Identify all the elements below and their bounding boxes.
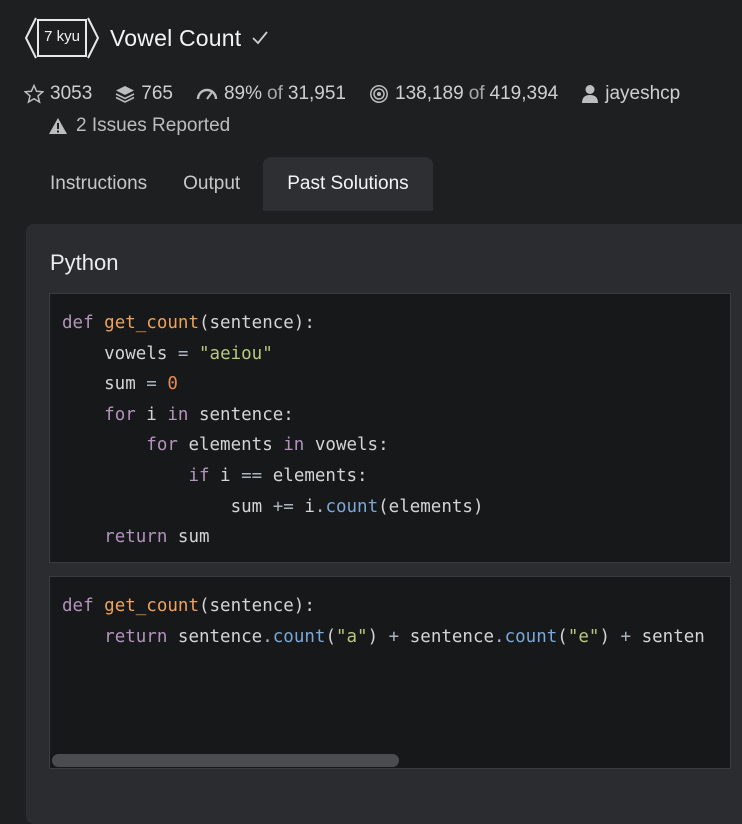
solution-code: def get_count(sentence): vowels = "aeiou… xyxy=(62,313,484,548)
stack-icon xyxy=(115,86,135,103)
kata-stats: 3053 765 89% of 31,951 138,189 of 419,39… xyxy=(24,80,742,108)
author-stat[interactable]: jayeshcp xyxy=(581,83,680,105)
stars-count: 3053 xyxy=(50,83,93,104)
author-name[interactable]: jayeshcp xyxy=(605,83,680,105)
collections-stat[interactable]: 765 xyxy=(115,83,173,105)
kyu-rank-badge: 7 kyu xyxy=(24,16,100,60)
tab-past-solutions[interactable]: Past Solutions xyxy=(263,157,433,211)
kata-title[interactable]: Vowel Count xyxy=(110,25,241,52)
stars-stat[interactable]: 3053 xyxy=(24,83,92,105)
scrollbar-thumb[interactable] xyxy=(52,754,399,767)
warning-icon xyxy=(49,118,67,134)
star-icon xyxy=(24,84,44,104)
language-heading: Python xyxy=(50,250,119,275)
tab-instructions[interactable]: Instructions xyxy=(32,157,165,211)
attempts-count: 419,394 xyxy=(489,83,559,104)
completed-count: 138,189 xyxy=(395,83,464,104)
completions-stat: 138,189 of 419,394 xyxy=(369,83,558,105)
solution-code-block[interactable]: def get_count(sentence): return sentence… xyxy=(49,576,731,769)
user-icon xyxy=(582,85,599,103)
collections-count: 765 xyxy=(141,83,173,104)
solution-code: def get_count(sentence): return sentence… xyxy=(62,596,705,647)
solution-code-block[interactable]: def get_count(sentence): vowels = "aeiou… xyxy=(49,293,731,563)
issues-label: 2 Issues Reported xyxy=(76,115,231,136)
satisfaction-stat: 89% of 31,951 xyxy=(196,83,346,105)
issues-reported[interactable]: 2 Issues Reported xyxy=(48,113,230,139)
tab-output[interactable]: Output xyxy=(165,157,258,211)
checkmark-icon xyxy=(252,31,269,45)
completed-of: of xyxy=(468,83,485,104)
satisfaction-percent: 89% xyxy=(223,83,263,104)
gauge-icon xyxy=(196,88,218,100)
satisfaction-votes: 31,951 xyxy=(287,83,346,104)
kata-tabs: Instructions Output Past Solutions xyxy=(32,157,433,211)
kata-header: 7 kyu Vowel Count xyxy=(24,16,269,60)
target-icon xyxy=(370,85,388,103)
kyu-label: 7 kyu xyxy=(44,28,80,45)
horizontal-scrollbar[interactable] xyxy=(50,754,730,768)
satisfaction-of: of xyxy=(267,83,283,104)
